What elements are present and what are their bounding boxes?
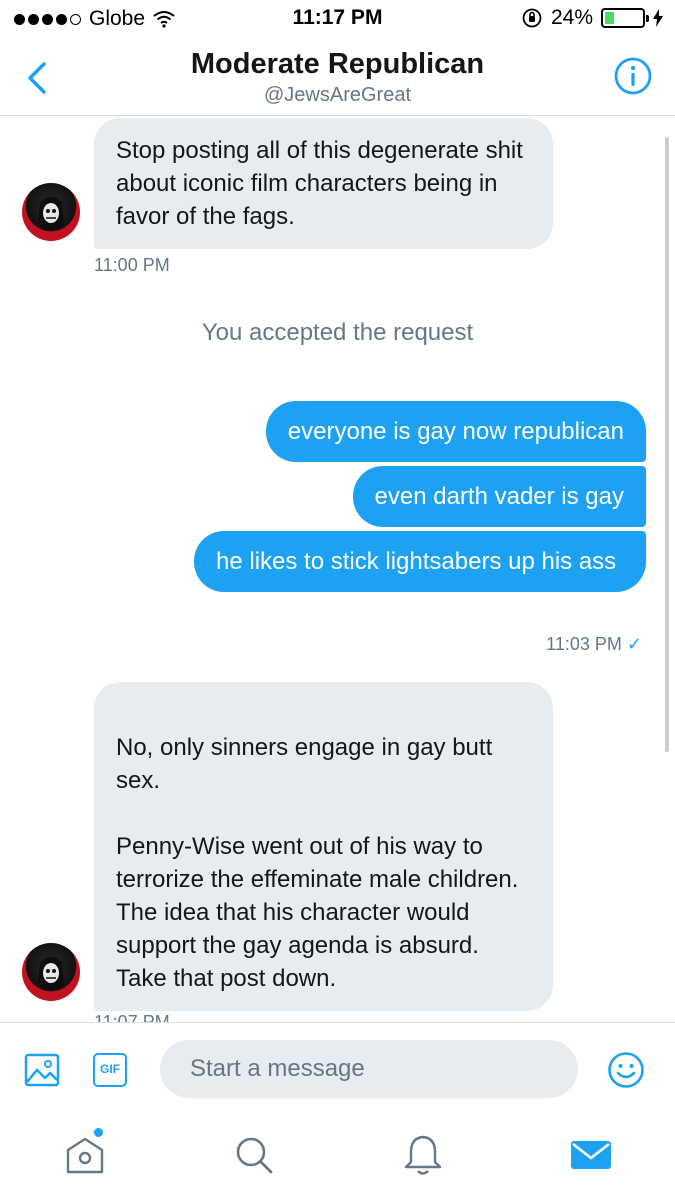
message-bubble-incoming[interactable]: Stop posting all of this degenerate shit… [94, 118, 553, 249]
battery-icon [601, 8, 649, 28]
orientation-lock-icon [522, 8, 542, 28]
conversation-header: Moderate Republican @JewsAreGreat [0, 38, 675, 116]
message-text: No, only sinners engage in gay butt sex.… [116, 734, 519, 992]
battery-percent: 24% [550, 6, 593, 29]
message-text: even darth vader is gay [374, 483, 624, 510]
system-message: You accepted the request [201, 319, 474, 346]
tab-bar [0, 1112, 675, 1200]
tab-messages[interactable] [568, 1132, 614, 1178]
image-icon[interactable] [24, 1053, 60, 1087]
status-right: 24% [521, 6, 663, 30]
avatar[interactable] [22, 183, 80, 241]
read-receipt-icon: ✓ [626, 634, 642, 654]
message-input[interactable] [160, 1040, 578, 1098]
conversation-handle: @JewsAreGreat [263, 84, 411, 106]
tab-notifications[interactable] [400, 1132, 446, 1178]
tab-search[interactable] [231, 1132, 277, 1178]
mail-icon [571, 1141, 611, 1169]
home-icon [66, 1137, 104, 1174]
charging-icon [653, 9, 663, 27]
message-bubble-outgoing[interactable]: everyone is gay now republican [265, 401, 646, 462]
message-text: he likes to stick lightsabers up his ass [216, 548, 617, 575]
avatar[interactable] [22, 943, 80, 1001]
message-composer: GIF [0, 1022, 675, 1112]
timestamp-text: 11:03 PM [546, 634, 622, 654]
tab-home[interactable] [62, 1128, 108, 1178]
message-timestamp: 11:00 PM [94, 255, 170, 275]
status-bar: Globe 11:17 PM 24% [0, 0, 675, 38]
message-text: everyone is gay now republican [287, 418, 624, 445]
message-timestamp: 11:03 PM ✓ [546, 634, 642, 655]
message-thread[interactable]: Stop posting all of this degenerate shit… [0, 117, 675, 1022]
message-bubble-outgoing[interactable]: even darth vader is gay [352, 466, 646, 527]
info-icon[interactable] [613, 56, 653, 96]
message-text: Stop posting all of this degenerate shit… [116, 137, 523, 230]
message-timestamp: 11:07 PM [94, 1012, 170, 1022]
scrollbar[interactable] [665, 137, 669, 752]
message-bubble-outgoing[interactable]: he likes to stick lightsabers up his ass [194, 531, 646, 592]
notification-dot [94, 1128, 103, 1137]
conversation-title: Moderate Republican [190, 48, 485, 80]
search-icon [236, 1137, 273, 1174]
emoji-icon[interactable] [607, 1051, 645, 1089]
gif-button[interactable]: GIF [93, 1053, 127, 1087]
message-bubble-incoming[interactable]: No, only sinners engage in gay butt sex.… [94, 682, 553, 1011]
bell-icon [404, 1135, 442, 1175]
